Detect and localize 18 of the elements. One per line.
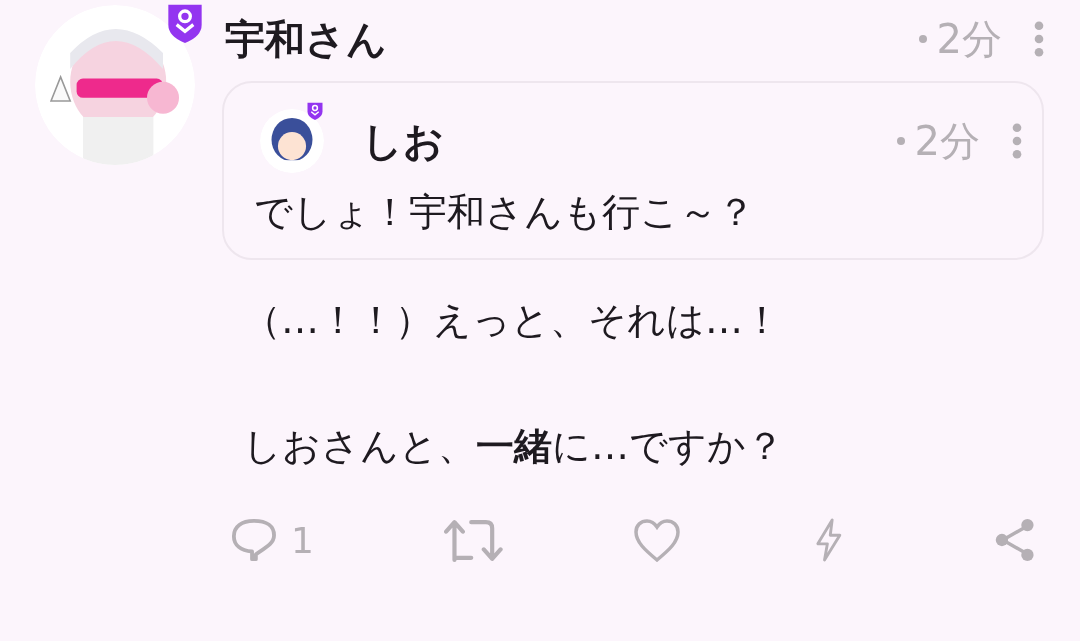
author-name[interactable]: 宇和さん (225, 11, 387, 67)
reply-count: 1 (290, 519, 314, 561)
post-text: しおさんと、一緒に…ですか？ (243, 423, 785, 470)
lightning-icon[interactable] (813, 518, 843, 562)
timestamp: 2分 (936, 14, 1002, 64)
timestamp: 2分 (914, 116, 980, 166)
share-icon[interactable] (993, 518, 1037, 562)
more-icon[interactable] (1012, 123, 1022, 159)
quote-text: でしょ！宇和さんも行こ～？ (254, 189, 756, 236)
quote-card[interactable]: しお 2分 でしょ！宇和さんも行こ～？ (222, 81, 1044, 260)
post-text: （…！！）えっと、それは…！ (243, 297, 782, 344)
reply-icon[interactable] (231, 518, 277, 562)
separator-dot (896, 137, 905, 145)
repost-icon[interactable] (444, 518, 503, 562)
author-name[interactable]: しお (362, 113, 444, 169)
separator-dot (918, 35, 927, 43)
more-icon[interactable] (1034, 21, 1044, 57)
heart-icon[interactable] (633, 518, 682, 562)
